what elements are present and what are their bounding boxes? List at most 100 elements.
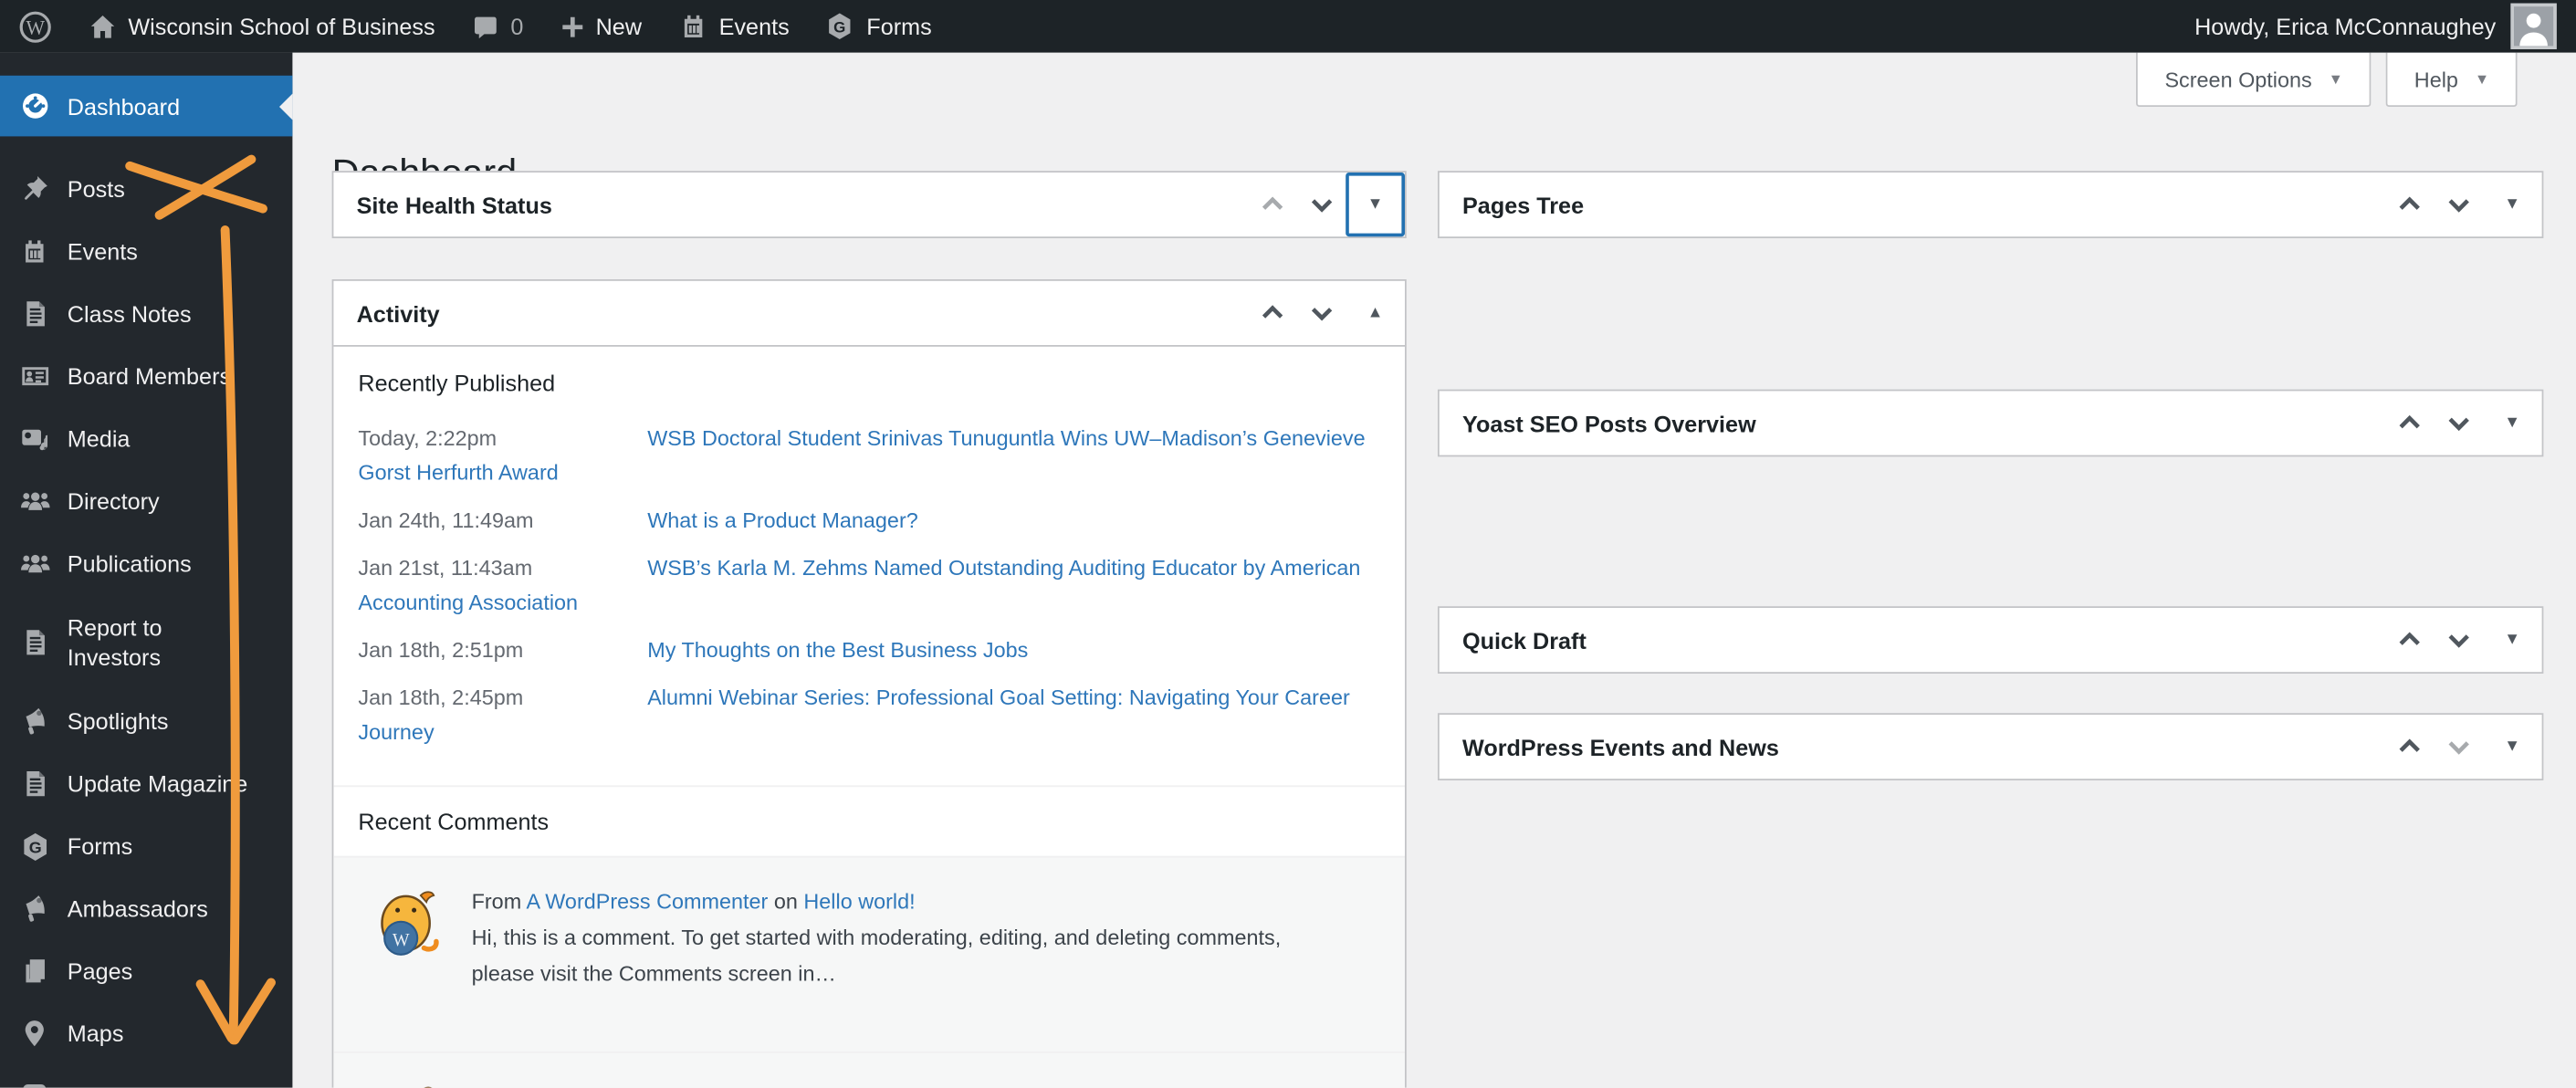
- sidebar-item-label: Ambassadors: [67, 895, 208, 922]
- dashboard-content: Dashboard Screen Options ▼ Help ▼ Site H…: [292, 52, 2576, 1088]
- help-button[interactable]: Help ▼: [2386, 52, 2518, 107]
- post-date: Jan 18th, 2:51pm: [358, 637, 524, 663]
- gravity-forms-icon: G: [825, 12, 854, 41]
- chevron-down-icon: [2447, 741, 2468, 755]
- collapse-toggle-button[interactable]: ▼: [2483, 608, 2542, 672]
- sidebar-item-class-notes[interactable]: Class Notes: [0, 283, 292, 345]
- widget-title: WordPress Events and News: [1462, 733, 1779, 760]
- chevron-down-icon: ▼: [2328, 69, 2343, 87]
- sidebar-item-report-to-investors[interactable]: Report to Investors: [0, 595, 292, 690]
- chevron-up-icon: [1262, 196, 1283, 210]
- move-up-button[interactable]: [2384, 391, 2434, 455]
- wp-logo-menu[interactable]: W: [0, 0, 70, 53]
- dashboard-column-left: Site Health Status ▼ Activity ▲ Recently…: [331, 171, 1407, 1088]
- forms-menu[interactable]: G Forms: [808, 0, 950, 53]
- svg-text:W: W: [26, 16, 45, 38]
- comment-author-link[interactable]: A WordPress Commenter: [526, 1084, 768, 1088]
- chevron-up-icon: [2398, 632, 2419, 645]
- move-up-button[interactable]: [1247, 173, 1296, 236]
- comments-count: 0: [510, 13, 524, 40]
- user-avatar[interactable]: [2510, 3, 2557, 50]
- dashboard-gauge-icon: [18, 89, 51, 122]
- collapse-toggle-button[interactable]: ▲: [1346, 281, 1405, 345]
- move-down-button[interactable]: [2434, 173, 2483, 236]
- sidebar-item-partial[interactable]: [0, 1064, 292, 1088]
- move-down-button[interactable]: [2434, 715, 2483, 779]
- svg-text:W: W: [393, 930, 410, 950]
- wordpress-logo-icon: W: [18, 9, 53, 44]
- sidebar-item-maps[interactable]: Maps: [0, 1002, 292, 1064]
- move-up-button[interactable]: [2384, 715, 2434, 779]
- comments-menu[interactable]: 0: [453, 0, 541, 53]
- media-camera-icon: [18, 423, 51, 455]
- groups-icon: [18, 547, 51, 580]
- home-icon: [89, 13, 117, 41]
- comment-post-link[interactable]: Hello world!: [803, 889, 915, 914]
- widget-title: Yoast SEO Posts Overview: [1462, 410, 1756, 436]
- comment-post-link[interactable]: Hello world!: [803, 1084, 915, 1088]
- new-content-menu[interactable]: New: [541, 0, 660, 53]
- sidebar-item-forms[interactable]: G Forms: [0, 815, 292, 877]
- sidebar-item-publications[interactable]: Publications: [0, 532, 292, 594]
- sidebar-item-label: Dashboard: [67, 92, 181, 120]
- dashboard-column-right: Pages Tree ▼ Yoast SEO Posts Overview ▼ …: [1438, 171, 2544, 780]
- collapse-toggle-button[interactable]: ▼: [1346, 173, 1405, 237]
- wordpress-admin-page: W Wisconsin School of Business 0 New Eve…: [0, 0, 2576, 1088]
- comment-bubble-icon: [471, 13, 499, 41]
- comment-author-link[interactable]: A WordPress Commenter: [526, 889, 768, 914]
- move-down-button[interactable]: [1296, 281, 1346, 345]
- location-pin-icon: [18, 1017, 51, 1050]
- forms-label: Forms: [866, 13, 932, 40]
- sidebar-item-directory[interactable]: Directory: [0, 470, 292, 532]
- move-up-button[interactable]: [1247, 281, 1296, 345]
- chevron-up-icon: [2398, 414, 2419, 429]
- comment-excerpt: Hi, this is a comment. To get started wi…: [471, 925, 1282, 986]
- chevron-down-icon: [1311, 308, 1332, 321]
- sidebar-item-pages[interactable]: Pages: [0, 940, 292, 1002]
- post-title-link[interactable]: What is a Product Manager?: [647, 507, 918, 532]
- collapse-toggle-button[interactable]: ▼: [2483, 391, 2542, 455]
- move-up-button[interactable]: [2384, 608, 2434, 672]
- widget-controls: ▼: [1247, 173, 1405, 237]
- sidebar-item-media[interactable]: Media: [0, 407, 292, 469]
- widget-pages-tree: Pages Tree ▼: [1438, 171, 2544, 238]
- widget-title: Pages Tree: [1462, 191, 1585, 218]
- sidebar-item-label: Maps: [67, 1020, 124, 1047]
- sidebar-item-dashboard[interactable]: Dashboard: [0, 75, 293, 137]
- sidebar-item-spotlights[interactable]: Spotlights: [0, 690, 292, 752]
- comment-meta: From A WordPress Commenter on Hello worl…: [471, 888, 916, 914]
- chevron-up-icon: [2398, 196, 2419, 210]
- post-title-link[interactable]: My Thoughts on the Best Business Jobs: [647, 637, 1028, 662]
- move-down-button[interactable]: [2434, 391, 2483, 455]
- howdy-text[interactable]: Howdy, Erica McConnaughey: [2194, 13, 2496, 39]
- sidebar-item-posts[interactable]: Posts: [0, 158, 292, 220]
- chevron-down-icon: [1311, 199, 1332, 213]
- widget-activity: Activity ▲ Recently Published Today, 2:2…: [331, 279, 1407, 1088]
- move-up-button[interactable]: [2384, 173, 2434, 236]
- events-menu[interactable]: Events: [660, 0, 808, 53]
- sidebar-item-label: Update Magazine: [67, 770, 248, 797]
- help-label: Help: [2414, 66, 2458, 91]
- move-down-button[interactable]: [2434, 608, 2483, 672]
- collapse-toggle-button[interactable]: ▼: [2483, 715, 2542, 779]
- screen-options-button[interactable]: Screen Options ▼: [2136, 52, 2372, 107]
- sidebar-item-events[interactable]: Events: [0, 220, 292, 282]
- widget-title: Quick Draft: [1462, 626, 1586, 654]
- chevron-up-icon: [1262, 305, 1283, 319]
- move-down-button[interactable]: [1296, 173, 1346, 236]
- widget-controls: ▲: [1247, 281, 1405, 345]
- site-name-menu[interactable]: Wisconsin School of Business: [70, 0, 453, 53]
- sidebar-item-board-members[interactable]: Board Members: [0, 345, 292, 407]
- triangle-down-icon: ▼: [2504, 413, 2521, 432]
- calendar-icon: [18, 235, 51, 267]
- admin-sidebar-menu: Dashboard Posts Events Class Notes Board…: [0, 52, 293, 1088]
- svg-text:G: G: [28, 838, 41, 856]
- sidebar-item-label: Pages: [67, 957, 133, 985]
- triangle-up-icon: ▲: [1367, 303, 1384, 321]
- widget-controls: ▼: [2384, 715, 2542, 779]
- sidebar-item-ambassadors[interactable]: Ambassadors: [0, 877, 292, 939]
- collapse-toggle-button[interactable]: ▼: [2483, 173, 2542, 236]
- megaphone-icon: [18, 892, 51, 925]
- groups-icon: [18, 485, 51, 518]
- sidebar-item-update-magazine[interactable]: Update Magazine: [0, 752, 292, 814]
